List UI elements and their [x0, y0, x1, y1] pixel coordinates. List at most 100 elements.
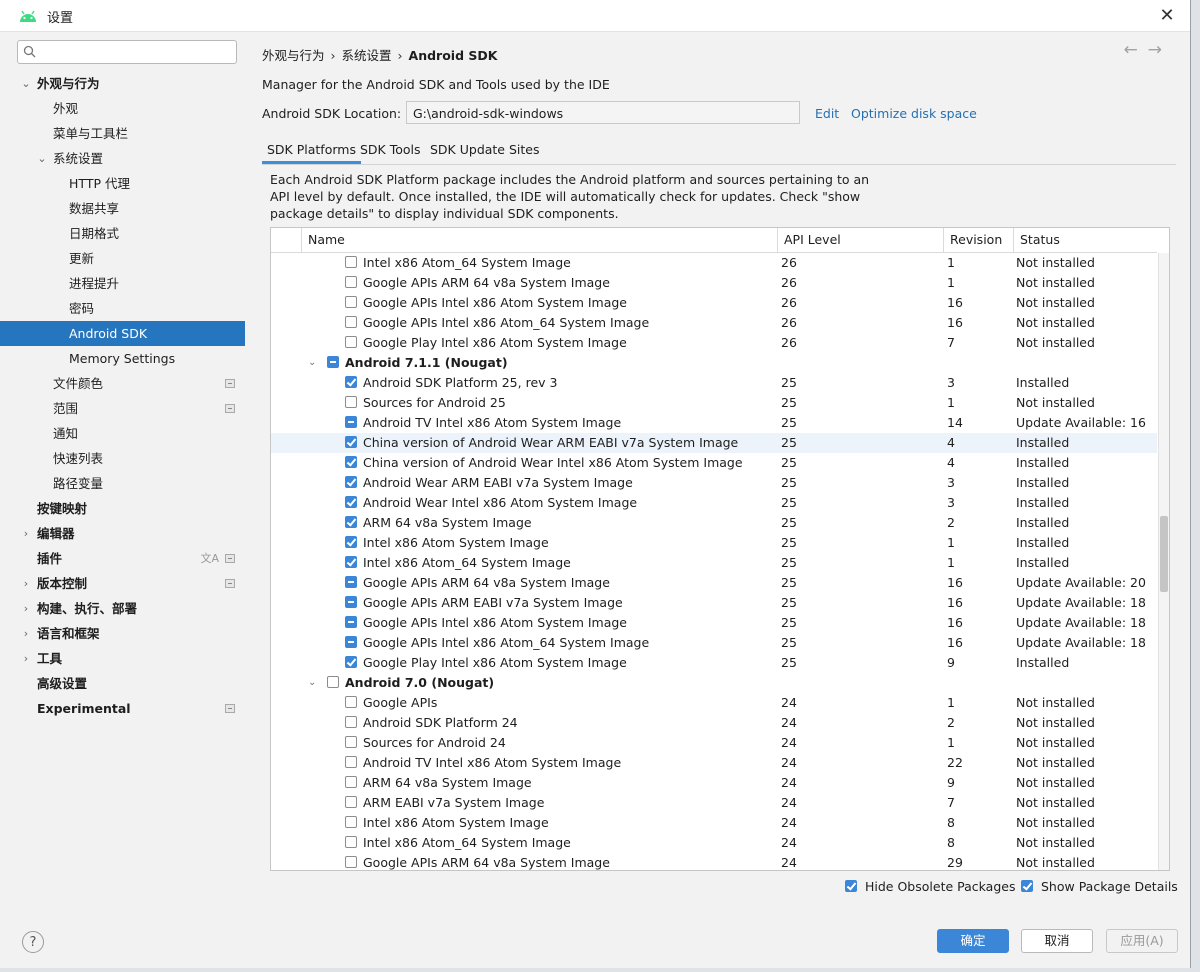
sidebar-item[interactable]: 按键映射 [0, 496, 245, 521]
scrollbar-thumb[interactable] [1160, 516, 1168, 592]
sidebar-item[interactable]: 范围 [0, 396, 245, 421]
table-scrollbar[interactable] [1158, 253, 1169, 870]
chevron-right-icon[interactable]: › [20, 596, 32, 621]
sidebar-item[interactable]: 高级设置 [0, 671, 245, 696]
row-checkbox[interactable] [345, 256, 357, 268]
row-checkbox[interactable] [345, 476, 357, 488]
sidebar-item[interactable]: › 构建、执行、部署 [0, 596, 245, 621]
row-checkbox[interactable] [345, 776, 357, 788]
sidebar-item[interactable]: 插件 文A [0, 546, 245, 571]
chevron-down-icon[interactable]: ⌄ [20, 71, 32, 96]
table-row[interactable]: Google APIs 24 1 Not installed [271, 693, 1157, 713]
sidebar-item[interactable]: 文件颜色 [0, 371, 245, 396]
tab-sdk-tools[interactable]: SDK Tools [355, 140, 426, 164]
forward-arrow-icon[interactable]: → [1148, 40, 1172, 60]
table-row[interactable]: Google Play Intel x86 Atom System Image 2… [271, 333, 1157, 353]
sidebar-item[interactable]: › 编辑器 [0, 521, 245, 546]
row-checkbox[interactable] [345, 436, 357, 448]
table-row[interactable]: Sources for Android 25 25 1 Not installed [271, 393, 1157, 413]
table-row[interactable]: Google APIs ARM 64 v8a System Image 25 16 U… [271, 573, 1157, 593]
sidebar-item[interactable]: 更新 [0, 246, 245, 271]
table-row[interactable]: Android SDK Platform 25, rev 3 25 3 Install… [271, 373, 1157, 393]
tab-sdk-update-sites[interactable]: SDK Update Sites [425, 140, 545, 164]
show-details-checkbox[interactable] [1021, 880, 1033, 892]
sidebar-item[interactable]: 日期格式 [0, 221, 245, 246]
table-row[interactable]: Android TV Intel x86 Atom System Image 24… [271, 753, 1157, 773]
table-row[interactable]: Intel x86 Atom_64 System Image 26 1 Not ins… [271, 253, 1157, 273]
row-checkbox[interactable] [345, 316, 357, 328]
sdk-location-field[interactable]: G:\android-sdk-windows [406, 101, 800, 124]
column-name[interactable]: Name [301, 228, 777, 252]
row-checkbox[interactable] [345, 276, 357, 288]
row-checkbox[interactable] [345, 396, 357, 408]
table-row[interactable]: Google APIs Intel x86 Atom System Image 2… [271, 293, 1157, 313]
row-checkbox[interactable] [345, 336, 357, 348]
sidebar-item[interactable]: HTTP 代理 [0, 171, 245, 196]
sidebar-item[interactable]: › 语言和框架 [0, 621, 245, 646]
help-icon[interactable]: ? [22, 931, 44, 953]
table-row[interactable]: China version of Android Wear Intel x86 … [271, 453, 1157, 473]
row-checkbox[interactable] [345, 576, 357, 588]
row-checkbox[interactable] [345, 696, 357, 708]
table-row[interactable]: Google APIs Intel x86 Atom_64 System Ima… [271, 633, 1157, 653]
table-row[interactable]: Intel x86 Atom System Image 24 8 Not instal… [271, 813, 1157, 833]
row-checkbox[interactable] [345, 516, 357, 528]
column-api-level[interactable]: API Level [777, 228, 943, 252]
row-checkbox[interactable] [345, 416, 357, 428]
sidebar-item[interactable]: Experimental [0, 696, 245, 721]
sidebar-item[interactable]: 数据共享 [0, 196, 245, 221]
edit-link[interactable]: Edit [815, 106, 839, 121]
row-checkbox[interactable] [345, 796, 357, 808]
chevron-down-icon[interactable]: ⌄ [36, 146, 48, 171]
table-row[interactable]: Android Wear ARM EABI v7a System Image 25… [271, 473, 1157, 493]
table-group-row[interactable]: ⌄ Android 7.1.1 (Nougat) [271, 353, 1157, 373]
table-row[interactable]: Android SDK Platform 24 24 2 Not installed [271, 713, 1157, 733]
table-row[interactable]: ARM 64 v8a System Image 24 9 Not installed [271, 773, 1157, 793]
sidebar-item[interactable]: 进程提升 [0, 271, 245, 296]
table-row[interactable]: Intel x86 Atom_64 System Image 24 8 Not ins… [271, 833, 1157, 853]
table-row[interactable]: Google APIs Intel x86 Atom System Image 2… [271, 613, 1157, 633]
sidebar-item[interactable]: › 工具 [0, 646, 245, 671]
sidebar-item[interactable]: 路径变量 [0, 471, 245, 496]
cancel-button[interactable]: 取消 [1021, 929, 1093, 953]
back-arrow-icon[interactable]: ← [1124, 40, 1148, 60]
row-checkbox[interactable] [345, 816, 357, 828]
chevron-right-icon[interactable]: › [20, 646, 32, 671]
sidebar-item[interactable]: › 版本控制 [0, 571, 245, 596]
table-row[interactable]: Android Wear Intel x86 Atom System Image… [271, 493, 1157, 513]
apply-button[interactable]: 应用(A) [1106, 929, 1178, 953]
optimize-disk-space-link[interactable]: Optimize disk space [851, 106, 977, 121]
column-status[interactable]: Status [1013, 228, 1157, 252]
sidebar-item[interactable]: 通知 [0, 421, 245, 446]
row-checkbox[interactable] [345, 496, 357, 508]
table-row[interactable]: ARM 64 v8a System Image 25 2 Installed [271, 513, 1157, 533]
table-group-row[interactable]: ⌄ Android 7.0 (Nougat) [271, 673, 1157, 693]
sidebar-item[interactable]: 快速列表 [0, 446, 245, 471]
row-checkbox[interactable] [345, 736, 357, 748]
chevron-right-icon[interactable]: › [20, 621, 32, 646]
table-row[interactable]: Intel x86 Atom_64 System Image 25 1 Install… [271, 553, 1157, 573]
row-checkbox[interactable] [345, 856, 357, 868]
settings-search[interactable] [17, 40, 237, 64]
search-input[interactable] [42, 42, 230, 60]
column-revision[interactable]: Revision [943, 228, 1013, 252]
table-row[interactable]: Android TV Intel x86 Atom System Image 25… [271, 413, 1157, 433]
chevron-down-icon[interactable]: ⌄ [308, 353, 320, 373]
tab-sdk-platforms[interactable]: SDK Platforms [262, 140, 361, 164]
row-checkbox[interactable] [327, 356, 339, 368]
hide-obsolete-checkbox[interactable] [845, 880, 857, 892]
table-row[interactable]: Google APIs ARM 64 v8a System Image 26 1 No… [271, 273, 1157, 293]
sidebar-item[interactable]: 外观 [0, 96, 245, 121]
sidebar-item[interactable]: ⌄ 系统设置 [0, 146, 245, 171]
row-checkbox[interactable] [345, 596, 357, 608]
table-row[interactable]: Google APIs Intel x86 Atom_64 System Ima… [271, 313, 1157, 333]
row-checkbox[interactable] [345, 756, 357, 768]
sidebar-item[interactable]: Android SDK [0, 321, 245, 346]
close-icon[interactable]: ✕ [1156, 5, 1178, 27]
table-row[interactable]: Google APIs ARM EABI v7a System Image 25 1… [271, 593, 1157, 613]
table-row[interactable]: China version of Android Wear ARM EABI v… [271, 433, 1157, 453]
row-checkbox[interactable] [345, 296, 357, 308]
table-row[interactable]: Google APIs ARM 64 v8a System Image 24 29 N… [271, 853, 1157, 870]
chevron-right-icon[interactable]: › [20, 571, 32, 596]
ok-button[interactable]: 确定 [937, 929, 1009, 953]
